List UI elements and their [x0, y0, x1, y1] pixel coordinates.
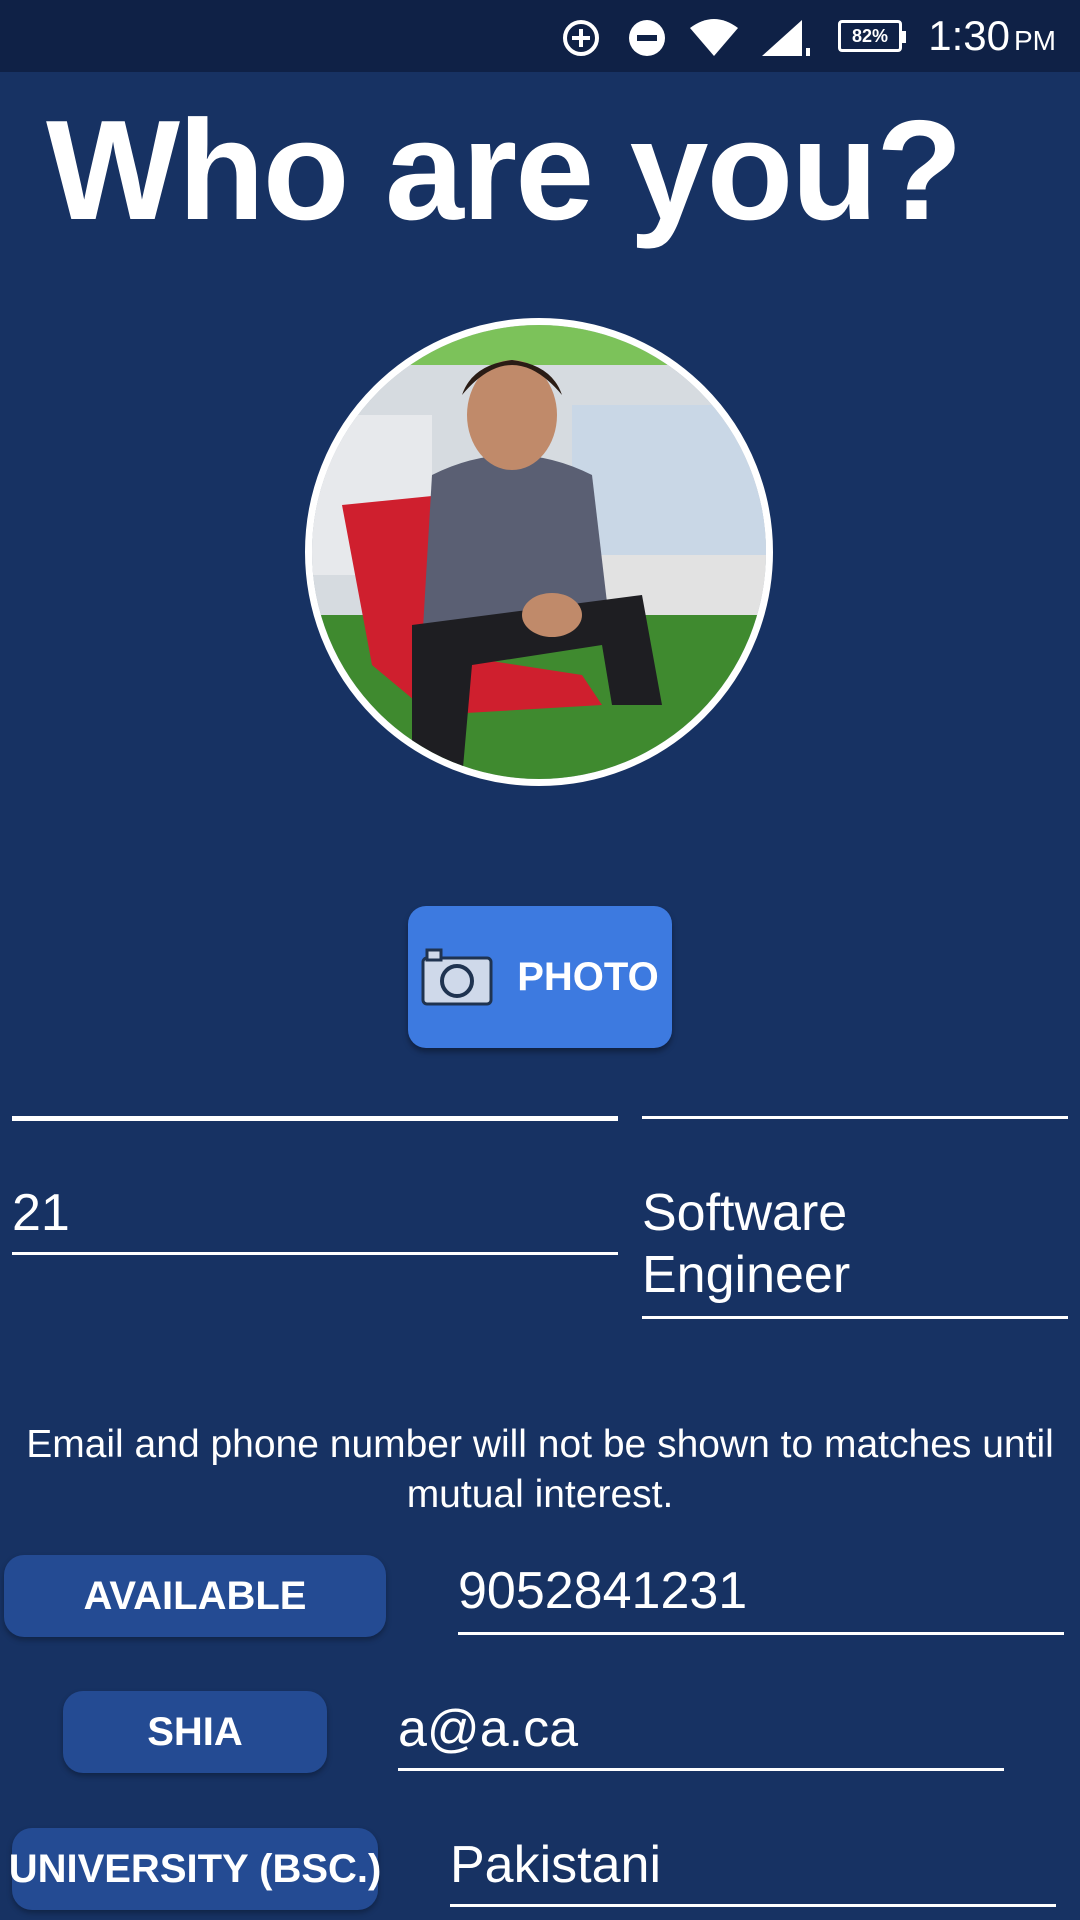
- wifi-icon: [690, 19, 738, 56]
- clock-time: 1:30: [928, 12, 1010, 59]
- phone-field[interactable]: 9052841231: [458, 1560, 1062, 1622]
- battery-icon: 82%: [838, 20, 906, 52]
- age-field[interactable]: 21: [12, 1182, 616, 1244]
- age-field-underline: [12, 1252, 618, 1255]
- secondary-field-underline: [642, 1116, 1068, 1119]
- email-field[interactable]: a@a.ca: [398, 1698, 1004, 1760]
- ethnicity-field-underline: [450, 1904, 1056, 1907]
- photo-button-label: PHOTO: [517, 954, 659, 999]
- add-photo-button[interactable]: PHOTO: [408, 906, 672, 1048]
- status-bar: 82% 1:30 PM: [0, 0, 1080, 72]
- sect-button[interactable]: SHIA: [63, 1691, 327, 1773]
- clock-ampm: PM: [1014, 25, 1056, 56]
- ethnicity-field[interactable]: Pakistani: [450, 1834, 1056, 1896]
- avatar[interactable]: [305, 318, 773, 786]
- clock: 1:30 PM: [928, 12, 1056, 60]
- privacy-note: Email and phone number will not be shown…: [26, 1423, 1054, 1516]
- secondary-field[interactable]: [642, 1048, 1068, 1110]
- cell-signal-icon: [762, 20, 810, 56]
- phone-field-underline: [458, 1632, 1064, 1635]
- occupation-field-underline: [642, 1316, 1068, 1319]
- do-not-disturb-icon: [629, 20, 665, 56]
- occupation-field[interactable]: Software Engineer: [642, 1182, 942, 1306]
- education-button[interactable]: UNIVERSITY (BSC.): [9, 1828, 381, 1910]
- availability-button[interactable]: AVAILABLE: [4, 1555, 386, 1637]
- camera-icon: [421, 948, 493, 1006]
- name-field-underline: [12, 1116, 618, 1121]
- profile-photo: [312, 325, 766, 779]
- email-field-underline: [398, 1768, 1004, 1771]
- name-field[interactable]: [12, 1048, 616, 1110]
- data-saver-icon: [563, 20, 599, 56]
- page-title: Who are you?: [46, 91, 963, 250]
